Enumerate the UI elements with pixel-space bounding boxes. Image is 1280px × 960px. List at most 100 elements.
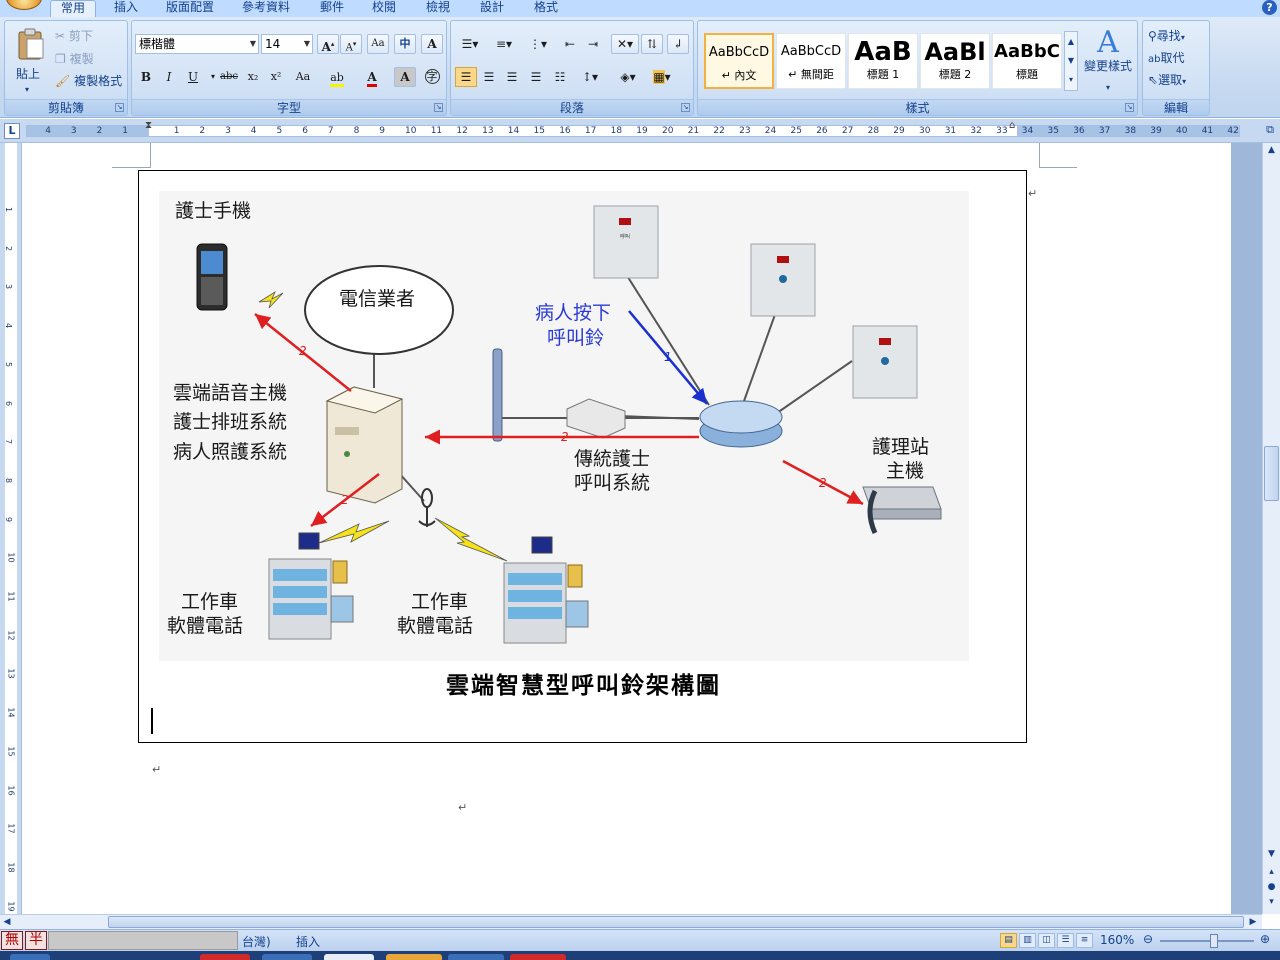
- superscript-button[interactable]: x²: [265, 67, 287, 87]
- font-name-combo[interactable]: 標楷體 ▼: [135, 34, 259, 54]
- shading-icon[interactable]: ◈▾: [613, 67, 643, 87]
- architecture-diagram[interactable]: 呼叫 2 2 2 2 1 護士手機 電信業者 雲端語音主機 護士排班系統 病人照…: [159, 191, 969, 661]
- subscript-button[interactable]: x₂: [242, 67, 264, 87]
- ime-width-indicator[interactable]: 半: [25, 931, 47, 950]
- enclose-char-button[interactable]: 字: [421, 67, 443, 87]
- change-case-button[interactable]: Aa: [290, 67, 316, 87]
- print-layout-icon[interactable]: ▤: [1000, 933, 1017, 948]
- zoom-out-icon[interactable]: ⊖: [1143, 932, 1153, 946]
- dialog-launcher-icon[interactable]: ↘: [1125, 103, 1134, 112]
- underline-button[interactable]: U: [182, 67, 204, 87]
- highlight-button[interactable]: ab: [326, 67, 348, 87]
- clear-format-icon[interactable]: Aa: [367, 34, 389, 54]
- numbering-icon[interactable]: ≡▾: [489, 34, 519, 54]
- cut-button[interactable]: ✂ 剪下: [55, 27, 93, 47]
- horizontal-ruler[interactable]: L 4 3 2 1 1 2 3 4 5 6 7 8 9 10 11 12 13 14 15 16 17 18 19 20 21 2…: [0, 119, 1280, 143]
- format-painter-button[interactable]: 🖌 複製格式: [55, 72, 122, 92]
- taskbar-item[interactable]: [386, 954, 442, 960]
- change-styles-button[interactable]: A 變更樣式 ▾: [1082, 27, 1134, 93]
- tab-selector-icon[interactable]: L: [4, 123, 20, 139]
- increase-indent-icon[interactable]: ⇥: [582, 34, 604, 54]
- horizontal-scrollbar[interactable]: ◀ ▶: [0, 914, 1262, 929]
- scroll-thumb[interactable]: [108, 916, 1244, 928]
- align-left-icon[interactable]: ☰: [455, 67, 477, 87]
- style-no-spacing[interactable]: AaBbCcD ↵ 無間距: [776, 33, 846, 89]
- select-button[interactable]: ⇖選取▾: [1148, 71, 1186, 91]
- view-ruler-icon[interactable]: ⧉: [1262, 123, 1278, 139]
- show-marks-icon[interactable]: ↲: [667, 34, 689, 54]
- draft-icon[interactable]: ≡: [1076, 933, 1093, 948]
- font-size-combo[interactable]: 14 ▼: [261, 34, 313, 54]
- font-color-button[interactable]: A: [361, 67, 383, 87]
- scroll-up-icon[interactable]: ▲: [1264, 143, 1279, 158]
- distribute-icon[interactable]: ☷: [549, 67, 571, 87]
- phonetic-guide-button[interactable]: 中: [394, 34, 416, 54]
- zoom-slider[interactable]: [1160, 940, 1254, 942]
- zoom-slider-thumb[interactable]: [1210, 934, 1218, 948]
- ime-mode-indicator[interactable]: 無: [1, 931, 23, 950]
- style-title[interactable]: AaBbC 標題: [992, 33, 1062, 89]
- right-indent-marker-icon[interactable]: ⌂: [1009, 120, 1015, 131]
- style-normal[interactable]: AaBbCcD ↵ 內文: [704, 33, 774, 89]
- scroll-left-icon[interactable]: ◀: [0, 915, 14, 929]
- style-heading-1[interactable]: AaB 標題 1: [848, 33, 918, 89]
- browse-object-icon[interactable]: ●: [1264, 880, 1279, 895]
- taskbar-item[interactable]: [262, 954, 312, 960]
- taskbar-item[interactable]: [510, 954, 566, 960]
- align-right-icon[interactable]: ☰: [501, 67, 523, 87]
- scroll-down-icon[interactable]: ▼: [1264, 847, 1279, 862]
- align-center-icon[interactable]: ☰: [478, 67, 500, 87]
- next-page-icon[interactable]: ▾: [1264, 895, 1279, 910]
- scroll-thumb[interactable]: [1264, 446, 1279, 501]
- copy-button[interactable]: ❐ 複製: [55, 50, 94, 70]
- italic-button[interactable]: I: [158, 67, 180, 87]
- language-status[interactable]: 台灣): [242, 933, 271, 950]
- char-border-icon[interactable]: A: [421, 34, 443, 54]
- tab-references[interactable]: 參考資料: [234, 0, 298, 17]
- ruler-track[interactable]: 4 3 2 1 1 2 3 4 5 6 7 8 9 10 11 12 13 14 15 16 17 18 19 20 21 22 2…: [26, 120, 1240, 137]
- tab-page-layout[interactable]: 版面配置: [158, 0, 222, 17]
- tab-design[interactable]: 設計: [472, 0, 512, 17]
- bold-button[interactable]: B: [135, 67, 157, 87]
- bullets-icon[interactable]: ☰▾: [455, 34, 485, 54]
- insert-mode-status[interactable]: 插入: [296, 933, 320, 950]
- dialog-launcher-icon[interactable]: ↘: [115, 103, 124, 112]
- multilevel-list-icon[interactable]: ⋮▾: [523, 34, 553, 54]
- indent-marker-icon[interactable]: ⧗: [145, 120, 152, 131]
- dialog-launcher-icon[interactable]: ↘: [434, 103, 443, 112]
- zoom-level[interactable]: 160%: [1100, 933, 1134, 947]
- style-heading-2[interactable]: AaBl 標題 2: [920, 33, 990, 89]
- find-button[interactable]: ⚲尋找▾: [1148, 27, 1185, 47]
- justify-icon[interactable]: ☰: [525, 67, 547, 87]
- prev-page-icon[interactable]: ▴: [1264, 865, 1279, 880]
- dialog-launcher-icon[interactable]: ↘: [681, 103, 690, 112]
- vertical-scrollbar[interactable]: ▲ ▼ ▴ ● ▾: [1262, 143, 1280, 914]
- zoom-in-icon[interactable]: ⊕: [1260, 932, 1270, 946]
- strikethrough-button[interactable]: abc: [218, 67, 240, 87]
- taskbar-item[interactable]: [324, 954, 374, 960]
- sort-icon[interactable]: ⇅: [641, 34, 663, 54]
- tab-mailings[interactable]: 郵件: [312, 0, 352, 17]
- full-screen-reading-icon[interactable]: ▥: [1019, 933, 1036, 948]
- taskbar-item[interactable]: [200, 954, 250, 960]
- tab-format[interactable]: 格式: [526, 0, 566, 17]
- taskbar-item[interactable]: [10, 954, 50, 960]
- web-layout-icon[interactable]: ◫: [1038, 933, 1055, 948]
- style-gallery-scroll[interactable]: ▲ ▼ ▾: [1064, 31, 1078, 91]
- vertical-ruler[interactable]: 1 2 3 4 5 6 7 8 9 10 11 12 13 14 15 16 17 18 19: [0, 143, 22, 914]
- paste-button[interactable]: 貼上 ▾: [11, 25, 51, 95]
- document-page[interactable]: ↵ 呼叫 2 2 2 2 1 護士手機 電信業者 雲端語音主機 護士排班系統 病…: [22, 143, 1231, 914]
- scroll-right-icon[interactable]: ▶: [1246, 915, 1260, 929]
- text-frame[interactable]: 呼叫 2 2 2 2 1 護士手機 電信業者 雲端語音主機 護士排班系統 病人照…: [138, 170, 1027, 743]
- outline-icon[interactable]: ☰: [1057, 933, 1074, 948]
- decrease-indent-icon[interactable]: ⇤: [559, 34, 581, 54]
- tab-review[interactable]: 校閱: [364, 0, 404, 17]
- asian-layout-icon[interactable]: ✕▾: [611, 34, 639, 54]
- char-shading-button[interactable]: A: [394, 67, 416, 87]
- replace-button[interactable]: ab取代: [1148, 49, 1185, 69]
- shrink-font-button[interactable]: A▾: [340, 34, 362, 54]
- borders-icon[interactable]: ▦▾: [647, 67, 677, 87]
- grow-font-button[interactable]: A▴: [317, 34, 339, 54]
- help-icon[interactable]: ?: [1262, 0, 1277, 15]
- tab-insert[interactable]: 插入: [106, 0, 146, 17]
